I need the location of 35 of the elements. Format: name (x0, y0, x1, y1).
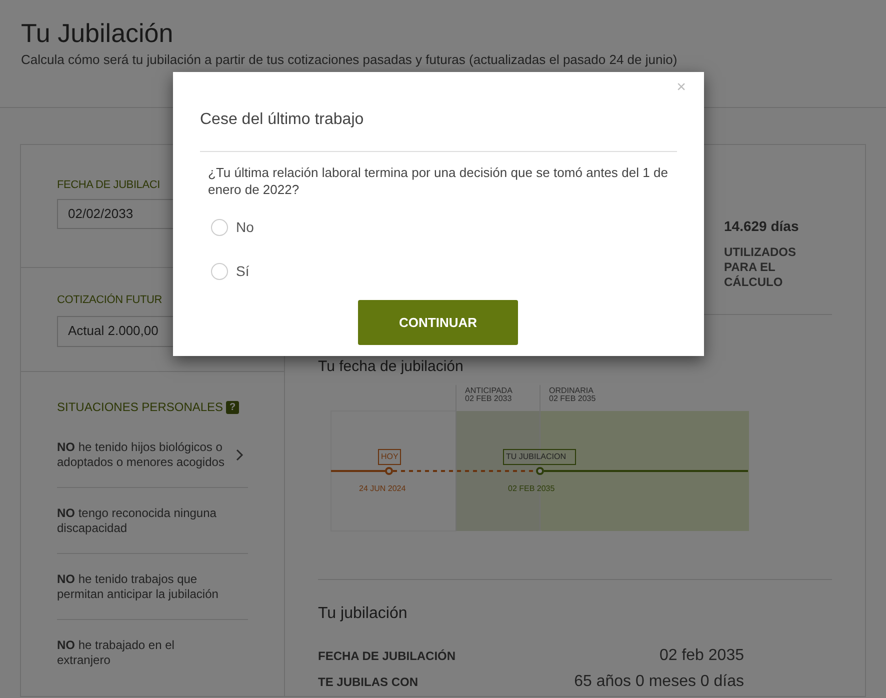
today-date: 24 JUN 2024 (359, 483, 406, 496)
page-subtitle: Calcula cómo será tu jubilación a partir de tus cotizaciones pasadas y futuras (actualizadas el pasado 24 de junio) (21, 52, 678, 68)
zone-date: 02 FEB 2033 (465, 395, 512, 404)
field-label: FECHA DE JUBILACI (57, 178, 160, 193)
radio-button[interactable] (211, 263, 228, 280)
result-value: 65 años 0 meses 0 días (574, 672, 744, 692)
result-value: 02 feb 2035 (659, 646, 744, 666)
situation-text[interactable]: NO he tenido hijos biológicos o adoptados o menores acogidos (57, 440, 229, 470)
zone-date: 02 FEB 2035 (549, 395, 596, 404)
situation-text[interactable]: NO he tenido trabajos que permitan anticipar la jubilación (57, 572, 229, 602)
retirement-point (536, 467, 544, 476)
help-badge[interactable]: ? (226, 400, 240, 414)
section-title: Tu jubilación (318, 604, 408, 624)
modal-title: Cese del último trabajo (200, 110, 364, 130)
situation-text[interactable]: NO he trabajado en el extranjero (57, 638, 229, 668)
zone-label: ORDINARIA (549, 387, 594, 396)
continue-button[interactable]: CONTINUAR (358, 300, 518, 345)
question-text: ¿Tu última relación laboral termina por una decisión que se tomó antes del 1 de enero de 2022? (208, 164, 668, 198)
page-title: Tu Jubilación (21, 17, 174, 50)
situation-text[interactable]: NO tengo reconocida ninguna discapacidad (57, 506, 229, 536)
radio-button[interactable] (211, 219, 228, 236)
field-label: COTIZACIÓN FUTUR (57, 292, 162, 308)
today-point (385, 467, 393, 476)
section-title: SITUACIONES PERSONALES (57, 399, 224, 416)
today-tag: HOY (378, 449, 402, 466)
zone-label: ANTICIPADA (465, 387, 512, 396)
result-label: FECHA DE JUBILACIÓN (318, 648, 456, 665)
days-caption: UTILIZADOS PARA EL CÁLCULO (724, 245, 797, 290)
result-label: TE JUBILAS CON (318, 674, 418, 691)
chevron-right-icon[interactable] (236, 448, 244, 460)
retirement-date: 02 FEB 2035 (508, 483, 555, 496)
section-title: Tu fecha de jubilación (318, 357, 464, 378)
retirement-tag: TU JUBILACION (503, 449, 576, 466)
option-label[interactable]: Sí (236, 261, 250, 282)
days-count: 14.629 días (724, 217, 799, 236)
